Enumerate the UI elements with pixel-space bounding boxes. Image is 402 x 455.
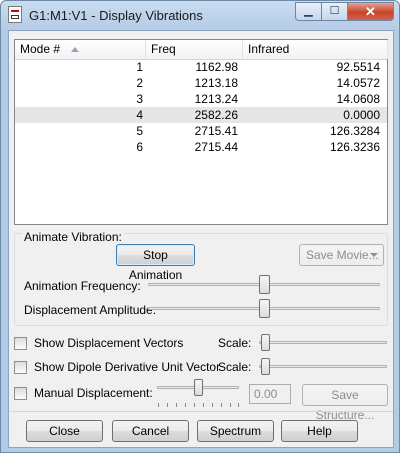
animate-vibration-label: Animate Vibration: [22, 230, 124, 244]
slider-tick [176, 403, 177, 407]
show-displacement-vectors-checkbox[interactable] [14, 337, 27, 350]
freq-cell: 2582.26 [194, 108, 238, 122]
freq-cell: 2715.44 [194, 140, 238, 154]
slider-tick [194, 403, 195, 407]
animation-frequency-label: Animation Frequency: [24, 279, 141, 293]
stop-animation-button[interactable]: Stop Animation [116, 244, 195, 282]
mode-cell: 2 [136, 76, 143, 90]
slider-tick [203, 403, 204, 407]
chevron-down-icon [370, 253, 378, 257]
slider-tick [238, 403, 239, 407]
dipole-scale-track[interactable] [259, 365, 387, 368]
slider-tick [158, 403, 159, 407]
column-header-infrared[interactable]: Infrared [243, 40, 388, 59]
mode-cell: 1 [136, 60, 143, 74]
gaussview-app-icon [8, 6, 22, 23]
vectors-scale-slider-thumb[interactable] [261, 334, 270, 351]
close-window-button[interactable]: ✕ [347, 2, 394, 21]
table-row[interactable]: 2 1213.18 14.0572 [15, 75, 387, 91]
sort-ascending-icon [71, 47, 79, 52]
dialog-client-area: Mode # Freq Infrared 1 1162.98 92.5514 2 121… [8, 30, 394, 448]
save-movie-label: Save Movie... [306, 248, 379, 262]
freq-cell: 1162.98 [195, 60, 239, 74]
help-button[interactable]: Help [281, 420, 358, 442]
column-header-mode-label: Mode # [20, 42, 61, 56]
column-header-freq[interactable]: Freq [146, 40, 243, 59]
infrared-cell: 14.0572 [336, 76, 380, 90]
manual-displacement-checkbox[interactable] [14, 387, 27, 400]
divider [9, 411, 393, 412]
window-title: G1:M1:V1 - Display Vibrations [29, 8, 203, 23]
mode-cell: 3 [136, 92, 143, 106]
freq-cell: 1213.18 [194, 76, 238, 90]
infrared-cell: 92.5514 [336, 60, 380, 74]
table-row[interactable]: 5 2715.41 126.3284 [15, 123, 387, 139]
display-vibrations-window: G1:M1:V1 - Display Vibrations ▁ ☐ ✕ Mode… [0, 0, 400, 453]
table-row[interactable]: 6 2715.44 126.3236 [15, 139, 387, 155]
freq-cell: 2715.41 [194, 124, 238, 138]
dipole-scale-slider-thumb[interactable] [261, 358, 270, 375]
dipole-scale-label: Scale: [218, 360, 252, 374]
show-displacement-vectors-label: Show Displacement Vectors [34, 336, 184, 350]
cancel-button[interactable]: Cancel [112, 420, 189, 442]
infrared-cell: 14.0608 [336, 92, 380, 106]
show-dipole-derivative-checkbox[interactable] [14, 361, 27, 374]
infrared-cell: 0.0000 [343, 108, 380, 122]
vectors-scale-track[interactable] [259, 341, 387, 344]
list-body: 1 1162.98 92.5514 2 1213.18 14.0572 3 1213.24 14… [15, 59, 387, 155]
manual-displacement-slider-thumb[interactable] [193, 379, 203, 396]
close-button[interactable]: Close [26, 420, 103, 442]
displacement-amplitude-label: Displacement Amplitude: [24, 303, 157, 317]
save-structure-button[interactable]: Save Structure... [302, 384, 388, 422]
slider-tick [185, 403, 186, 407]
vibrations-list[interactable]: Mode # Freq Infrared 1 1162.98 92.5514 2 121… [14, 39, 388, 225]
slider-tick [212, 403, 213, 407]
infrared-cell: 126.3236 [329, 140, 380, 154]
show-dipole-derivative-label: Show Dipole Derivative Unit Vector [34, 360, 221, 374]
table-row[interactable]: 3 1213.24 14.0608 [15, 91, 387, 107]
mode-cell: 5 [136, 124, 143, 138]
slider-tick [167, 403, 168, 407]
slider-tick [221, 403, 222, 407]
list-header: Mode # Freq Infrared [15, 40, 388, 60]
mode-cell: 4 [136, 108, 143, 122]
table-row[interactable]: 1 1162.98 92.5514 [15, 59, 387, 75]
title-bar[interactable]: G1:M1:V1 - Display Vibrations ▁ ☐ ✕ [1, 1, 399, 29]
slider-tick [230, 403, 231, 407]
minimize-button[interactable]: ▁ [295, 2, 322, 21]
displacement-amplitude-slider-thumb[interactable] [258, 299, 270, 318]
infrared-cell: 126.3284 [329, 124, 380, 138]
manual-displacement-label: Manual Displacement: [34, 386, 153, 400]
column-header-mode[interactable]: Mode # [15, 40, 146, 59]
save-movie-dropdown[interactable]: Save Movie... [299, 244, 384, 266]
manual-displacement-value-field[interactable]: 0.00 [249, 384, 291, 404]
maximize-button[interactable]: ☐ [321, 2, 348, 21]
table-row[interactable]: 4 2582.26 0.0000 [15, 107, 387, 123]
mode-cell: 6 [136, 140, 143, 154]
vectors-scale-label: Scale: [218, 336, 252, 350]
animation-frequency-slider-thumb[interactable] [258, 275, 270, 294]
freq-cell: 1213.24 [194, 92, 238, 106]
spectrum-button[interactable]: Spectrum [197, 420, 274, 442]
